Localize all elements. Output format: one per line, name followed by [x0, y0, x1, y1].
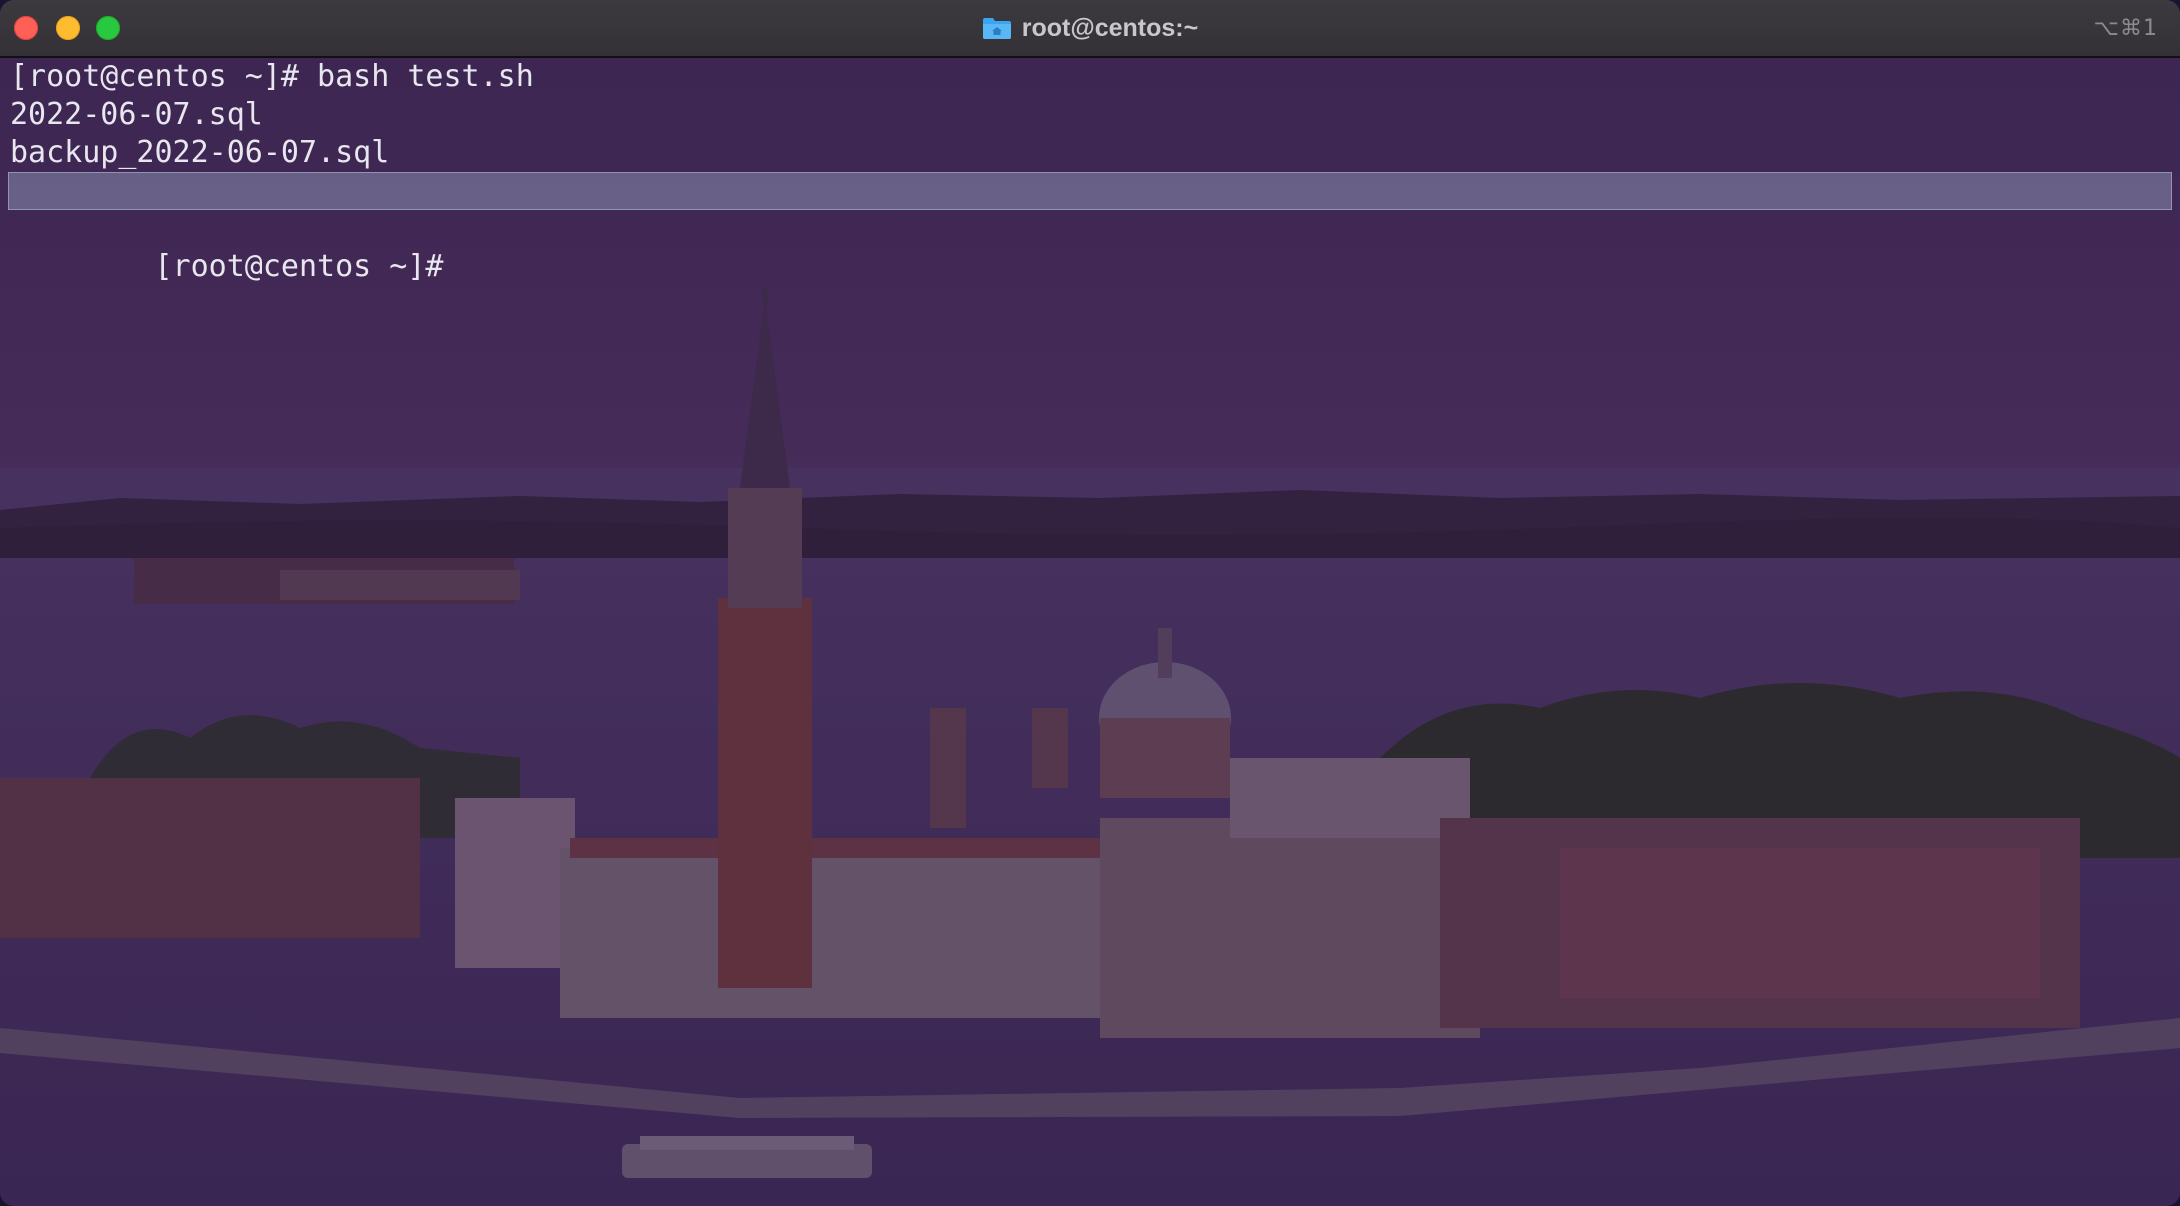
- terminal-prompt-line[interactable]: [root@centos ~]#: [0, 172, 2180, 284]
- terminal-content[interactable]: [root@centos ~]# bash test.sh 2022-06-07…: [0, 58, 2180, 1206]
- terminal-window: root@centos:~ ⌥⌘1 [root@centos ~]# bash …: [0, 0, 2180, 1206]
- current-line-highlight: [8, 172, 2172, 210]
- title-bar[interactable]: root@centos:~ ⌥⌘1: [0, 0, 2180, 58]
- window-shortcut-label: ⌥⌘1: [2093, 15, 2158, 41]
- window-title: root@centos:~: [1021, 13, 1199, 42]
- terminal-output[interactable]: [root@centos ~]# bash test.sh 2022-06-07…: [0, 58, 2180, 284]
- terminal-line: 2022-06-07.sql: [10, 97, 263, 132]
- terminal-tint-overlay: [0, 58, 2180, 1206]
- terminal-prompt: [root@centos ~]#: [154, 249, 444, 284]
- terminal-line: [root@centos ~]# bash test.sh: [10, 59, 534, 94]
- terminal-line: backup_2022-06-07.sql: [10, 135, 390, 170]
- folder-home-icon: [982, 16, 1012, 40]
- window-title-group: root@centos:~: [0, 0, 2180, 56]
